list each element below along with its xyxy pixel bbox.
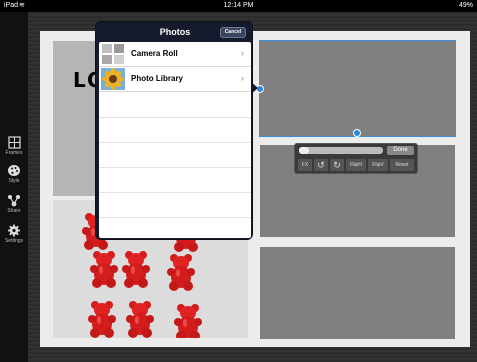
frames-label: Frames	[5, 150, 23, 156]
battery-level: 49%	[458, 2, 473, 9]
cancel-button[interactable]: Cancel	[220, 27, 246, 38]
sunflower-thumbnail	[101, 68, 125, 90]
settings-button[interactable]: Settings	[0, 224, 28, 244]
frames-button[interactable]: Frames	[0, 136, 28, 156]
app-screen: iPad ≋ 12:14 PM 49% Frames Style Share S…	[0, 0, 477, 362]
album-list: Camera Roll › Photo Library ›	[99, 42, 251, 238]
flip-v-button[interactable]: FlipV	[368, 159, 388, 171]
fx-button[interactable]: FX	[298, 159, 312, 171]
share-label: Share	[7, 208, 21, 214]
list-separator	[99, 192, 251, 193]
settings-label: Settings	[4, 238, 24, 244]
chevron-right-icon: ›	[241, 48, 244, 58]
slider-knob[interactable]	[299, 147, 309, 154]
album-label: Photo Library	[131, 74, 184, 83]
share-icon	[8, 195, 20, 207]
rotate-right-button[interactable]: ↻	[330, 159, 344, 171]
flip-h-button[interactable]: FlipH	[346, 159, 366, 171]
resize-handle-bottom[interactable]	[353, 129, 361, 137]
frames-icon	[8, 136, 21, 149]
left-toolbar: Frames Style Share Settings	[0, 12, 28, 362]
photo-cell-top-right-selected[interactable]	[259, 40, 456, 137]
popover-header: Photos Cancel	[96, 22, 254, 42]
style-button[interactable]: Style	[0, 164, 28, 184]
style-label: Style	[8, 178, 20, 184]
photos-popover: Photos Cancel Camera Roll › Photo Librar…	[95, 21, 253, 240]
photo-cell-bottom-right[interactable]	[260, 247, 455, 339]
list-separator	[99, 142, 251, 143]
album-row-camera-roll[interactable]: Camera Roll ›	[99, 42, 251, 67]
rotate-left-icon: ↺	[317, 160, 325, 170]
rotate-left-button[interactable]: ↺	[314, 159, 328, 171]
chevron-right-icon: ›	[241, 73, 244, 83]
zoom-slider[interactable]	[299, 147, 383, 154]
edit-toolbar: Done FX ↺ ↻ FlipH FlipV Reset	[294, 143, 418, 174]
reset-button[interactable]: Reset	[390, 159, 414, 171]
palette-icon	[8, 165, 20, 176]
rotate-right-icon: ↻	[333, 160, 341, 170]
album-row-photo-library[interactable]: Photo Library ›	[99, 67, 251, 92]
status-bar: iPad ≋ 12:14 PM 49%	[0, 0, 477, 12]
clock: 12:14 PM	[223, 2, 254, 9]
done-button[interactable]: Done	[387, 146, 414, 155]
gear-icon	[8, 224, 20, 237]
share-button[interactable]: Share	[0, 194, 28, 214]
list-separator	[99, 217, 251, 218]
camera-roll-thumbnail	[101, 43, 125, 65]
list-separator	[99, 167, 251, 168]
list-separator	[99, 117, 251, 118]
album-label: Camera Roll	[131, 49, 178, 58]
